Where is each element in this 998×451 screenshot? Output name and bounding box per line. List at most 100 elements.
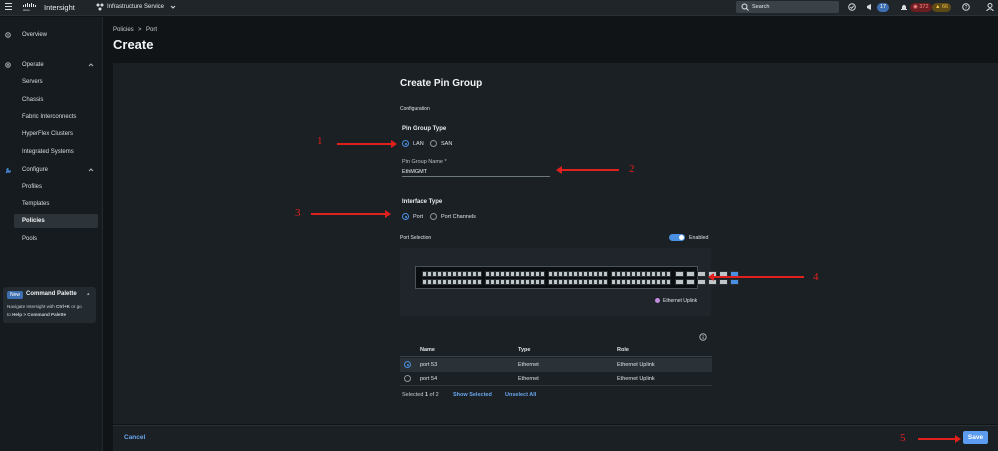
switch-port[interactable] [477,271,482,277]
critical-count: 372 [919,4,929,10]
command-palette-card[interactable]: New Command Palette ▴ Navigate Intersigh… [3,287,96,323]
uplink-port[interactable] [697,279,706,285]
sidebar-item-hyperflex-clusters[interactable]: HyperFlex Clusters [22,131,73,137]
help-icon[interactable]: ? [962,3,970,13]
table-row[interactable] [400,358,712,372]
sidebar-item-pools[interactable]: Pools [22,236,37,242]
enabled-toggle[interactable] [669,234,685,241]
chevron-up-icon[interactable] [88,62,94,70]
configure-icon [5,167,12,176]
switch-port[interactable] [666,271,671,277]
megaphone-icon[interactable] [866,3,875,13]
annotation-arrow-2 [556,166,619,174]
sidebar-item-fabric-interconnects[interactable]: Fabric Interconnects [22,114,76,120]
service-selector[interactable]: Infrastructure Service [107,4,164,10]
sidebar-item-policies[interactable]: Policies [22,218,45,224]
cisco-logo: cisco [22,3,38,13]
row-select-radio[interactable] [404,361,411,368]
switch-port[interactable] [666,279,671,285]
table-header-role[interactable]: Role [617,347,629,353]
pin-group-type-label: Pin Group Type [402,126,447,132]
annotation-arrow-3 [311,210,391,218]
cp-text: Navigate Intersight with [7,304,57,309]
cp-text: or go [69,304,82,309]
radio-port-label[interactable]: Port [413,214,423,220]
uplink-port[interactable] [686,279,695,285]
radio-san[interactable] [430,140,437,147]
row-select-radio[interactable] [404,375,411,382]
row-name: port 54 [420,376,438,382]
annotation-number-1: 1 [317,135,323,147]
uplink-port[interactable] [697,271,706,277]
sidebar-item-templates[interactable]: Templates [22,201,49,207]
sidebar-item-overview[interactable]: Overview [22,32,47,38]
command-palette-line-1: Navigate Intersight with Ctrl+K or go [7,304,82,309]
sidebar-item-profiles[interactable]: Profiles [22,184,42,190]
command-palette-title: Command Palette [26,291,77,297]
annotation-number-2: 2 [629,163,635,175]
selected-pre: Selected [402,392,425,398]
toggle-knob [679,235,684,240]
port-map[interactable] [415,266,739,289]
radio-port-channels[interactable] [430,213,437,220]
sidebar-item-chassis[interactable]: Chassis [22,97,43,103]
critical-alarms-badge[interactable]: ◉ 372 [910,3,932,12]
warning-alarms-badge[interactable]: ▲ 66 [932,3,952,12]
tasks-badge[interactable]: 17 [877,3,890,12]
sidebar-item-servers[interactable]: Servers [22,79,43,85]
sidebar-section-operate[interactable]: Operate [22,62,44,68]
operate-icon [5,62,11,70]
switch-port[interactable] [540,271,545,277]
chevron-up-icon[interactable] [88,167,94,175]
svg-text:cisco: cisco [23,8,30,11]
interface-type-label: Interface Type [402,199,443,205]
close-icon[interactable]: ▴ [87,291,90,297]
unselect-all-link[interactable]: Unselect All [505,392,536,398]
chevron-down-icon[interactable] [170,4,176,12]
row-name: port 53 [420,362,438,368]
save-button[interactable]: Save [963,431,988,444]
show-selected-link[interactable]: Show Selected [453,392,492,398]
user-icon[interactable] [986,3,994,13]
warning-icon: ▲ [935,4,941,10]
uplink-port[interactable] [719,279,728,285]
table-row[interactable] [400,372,712,386]
radio-lan-label[interactable]: LAN [413,141,424,147]
legend-label: Ethernet Uplink [663,298,698,304]
new-badge: New [7,291,24,299]
service-icon [96,3,104,13]
uplink-port[interactable] [675,271,684,277]
search-input[interactable]: Search [736,1,839,13]
radio-port[interactable] [402,213,409,220]
sidebar-item-integrated-systems[interactable]: Integrated Systems [22,149,74,155]
breadcrumb-port[interactable]: Port [146,27,157,33]
radio-san-label[interactable]: SAN [441,141,452,147]
selected-count-text: Selected 1 of 2 [402,392,439,398]
uplink-port[interactable] [675,279,684,285]
switch-port[interactable] [603,279,608,285]
annotation-number-4: 4 [813,271,819,283]
bell-icon[interactable] [900,3,908,13]
search-placeholder: Search [752,4,770,10]
cancel-button[interactable]: Cancel [124,434,145,441]
info-icon[interactable] [699,333,707,343]
radio-port-channels-label[interactable]: Port Channels [441,214,476,220]
check-circle-icon[interactable] [848,3,856,13]
breadcrumb-policies[interactable]: Policies [113,27,134,33]
table-header-type[interactable]: Type [518,347,530,353]
search-icon [741,3,749,13]
menu-icon[interactable] [5,3,12,10]
annotation-number-3: 3 [295,207,301,219]
overview-icon [5,32,11,40]
uplink-port[interactable] [686,271,695,277]
uplink-port[interactable] [730,279,739,285]
table-header-name[interactable]: Name [420,347,435,353]
switch-port[interactable] [603,271,608,277]
switch-port[interactable] [477,279,482,285]
form-title: Create Pin Group [400,78,483,89]
warning-count: 66 [941,4,949,10]
sidebar-section-configure[interactable]: Configure [22,167,48,173]
switch-port[interactable] [540,279,545,285]
pin-group-name-field[interactable]: EthMGMT [402,166,550,177]
radio-lan[interactable] [402,140,409,147]
